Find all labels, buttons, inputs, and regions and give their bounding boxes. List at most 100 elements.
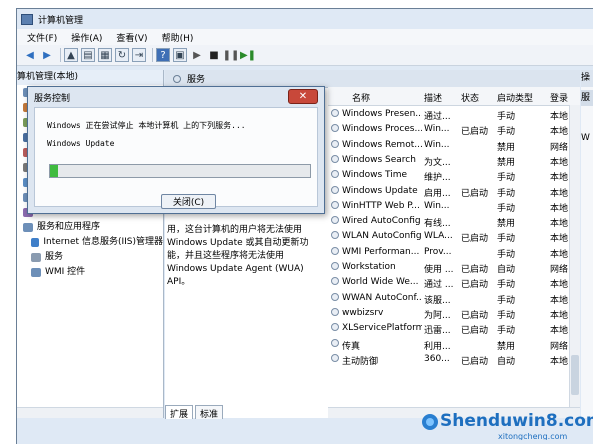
- tree-item[interactable]: 服务: [17, 250, 163, 265]
- forward-arrow-icon[interactable]: ▶: [40, 48, 54, 62]
- service-logon: 本地: [550, 249, 569, 260]
- service-name: Windows Presen...: [342, 109, 422, 119]
- service-start: 手动: [497, 249, 516, 260]
- pause-service-icon[interactable]: ❚❚: [223, 48, 240, 62]
- service-name: Windows Proces...: [342, 124, 422, 135]
- services-list: 名称 描述 状态 启动类型 登录 Windows Presen... 通过... 手…: [328, 70, 580, 418]
- properties-icon[interactable]: ▦: [98, 48, 112, 62]
- service-row[interactable]: Workstation 使用 ... 已启动 自动 网络: [328, 260, 580, 275]
- service-start: 手动: [497, 112, 516, 122]
- up-folder-icon[interactable]: ▲: [64, 48, 78, 62]
- service-name: Windows Remot...: [342, 139, 422, 150]
- service-row[interactable]: 主动防御 360... 已启动 自动 本地: [328, 352, 580, 367]
- service-desc: 使用 ...: [424, 265, 454, 275]
- service-row[interactable]: Windows Remot... Win... 禁用 网络: [328, 138, 580, 153]
- restart-service-icon[interactable]: ▶❚: [240, 48, 256, 62]
- service-logon: 本地: [550, 173, 569, 184]
- services-vertical-scrollbar[interactable]: [569, 105, 580, 418]
- service-logon: 本地: [550, 203, 569, 214]
- service-logon: 本地: [550, 188, 569, 199]
- service-logon: 本地: [550, 295, 569, 306]
- tree-item[interactable]: WMI 控件: [17, 265, 163, 280]
- service-status: 已启动: [461, 127, 489, 138]
- tree-item[interactable]: Internet 信息服务(IIS)管理器: [17, 235, 163, 250]
- tree-item-label: 服务: [45, 252, 64, 262]
- service-row[interactable]: WLAN AutoConfig WLA... 已启动 手动 本地: [328, 229, 580, 244]
- service-row[interactable]: Windows Update 启用... 已启动 手动 本地: [328, 184, 580, 199]
- service-row[interactable]: Windows Search 为文... 禁用 本地: [328, 153, 580, 168]
- service-desc: 360...: [424, 353, 450, 364]
- service-gear-icon: [331, 216, 339, 225]
- service-row[interactable]: Wired AutoConfig 有线... 禁用 本地: [328, 214, 580, 229]
- service-row[interactable]: XLServicePlatform 迅雷... 已启动 手动 本地: [328, 321, 580, 336]
- service-row[interactable]: 传真 利用... 禁用 网络: [328, 337, 580, 352]
- dialog-close-button[interactable]: 关闭(C): [161, 194, 216, 209]
- tab-extended[interactable]: 扩展: [165, 405, 194, 420]
- title-bar: 计算机管理: [17, 9, 593, 29]
- service-row[interactable]: Windows Time 维护... 手动 本地: [328, 168, 580, 183]
- dialog-body: Windows 正在尝试停止 本地计算机 上的下列服务... Windows U…: [34, 107, 318, 209]
- service-start: 自动: [497, 265, 516, 275]
- service-name: XLServicePlatform: [342, 323, 422, 334]
- service-row[interactable]: World Wide We... 通过 ... 已启动 手动 本地: [328, 275, 580, 290]
- show-hide-tree-icon[interactable]: ▤: [81, 48, 95, 62]
- service-gear-icon: [331, 200, 339, 209]
- dialog-service-name: Windows Update: [47, 139, 115, 148]
- service-desc: 为文...: [424, 157, 451, 168]
- service-status: 已启动: [461, 280, 489, 291]
- tree-root[interactable]: 算机管理(本地): [17, 70, 163, 85]
- service-start: 禁用: [497, 157, 516, 168]
- service-desc: Win...: [424, 200, 450, 211]
- service-row[interactable]: Windows Presen... 通过... 手动 本地: [328, 107, 580, 122]
- service-start: 手动: [497, 310, 516, 321]
- service-row[interactable]: Windows Proces... Win... 已启动 手动 本地: [328, 122, 580, 137]
- service-start: 手动: [497, 188, 516, 199]
- dialog-close-icon[interactable]: ✕: [288, 89, 318, 104]
- service-start: 禁用: [497, 219, 516, 230]
- service-name: WinHTTP Web P...: [342, 200, 420, 211]
- column-logon[interactable]: 登录: [550, 91, 568, 104]
- menu-action[interactable]: 操作(A): [71, 31, 102, 44]
- service-gear-icon: [331, 109, 339, 117]
- service-name: Workstation: [342, 262, 396, 272]
- export-icon[interactable]: ⇥: [132, 48, 146, 62]
- service-row[interactable]: wwbizsrv 为阿... 已启动 手动 本地: [328, 306, 580, 321]
- service-desc: 为阿...: [424, 310, 451, 321]
- service-status: 已启动: [461, 188, 489, 199]
- refresh-icon[interactable]: ↻: [115, 48, 129, 62]
- stop-service-icon[interactable]: ■: [207, 48, 221, 62]
- service-row[interactable]: WWAN AutoConf... 该服... 手动 本地: [328, 291, 580, 306]
- service-row[interactable]: WinHTTP Web P... Win... 手动 本地: [328, 199, 580, 214]
- service-desc: WLA...: [424, 231, 453, 242]
- column-description[interactable]: 描述: [424, 91, 442, 104]
- service-logon: 本地: [550, 356, 569, 367]
- column-status[interactable]: 状态: [461, 91, 479, 104]
- service-logon: 本地: [550, 112, 569, 122]
- console-icon[interactable]: ▣: [173, 48, 187, 62]
- service-start: 自动: [497, 356, 516, 367]
- service-row[interactable]: WMI Performan... Prov... 手动 本地: [328, 245, 580, 260]
- menu-help[interactable]: 帮助(H): [162, 31, 194, 44]
- service-desc: 启用...: [424, 188, 451, 199]
- service-logon: 网络: [550, 341, 569, 352]
- menu-file[interactable]: 文件(F): [27, 31, 57, 44]
- tree-node-icon: [31, 268, 41, 277]
- service-status: 已启动: [461, 326, 489, 337]
- tree-horizontal-scrollbar[interactable]: [17, 407, 163, 418]
- service-name: WMI Performan...: [342, 246, 420, 257]
- service-logon: 本地: [550, 326, 569, 337]
- service-name: wwbizsrv: [342, 307, 384, 318]
- service-logon: 本地: [550, 310, 569, 321]
- column-startup-type[interactable]: 启动类型: [497, 91, 533, 104]
- start-service-icon[interactable]: ▶: [190, 48, 204, 62]
- help-icon[interactable]: ?: [156, 48, 170, 62]
- back-arrow-icon[interactable]: ◀: [23, 48, 37, 62]
- tree-item-label: WMI 控件: [45, 267, 86, 277]
- tab-standard[interactable]: 标准: [195, 405, 224, 420]
- column-name[interactable]: 名称: [352, 91, 370, 104]
- menu-view[interactable]: 查看(V): [116, 31, 147, 44]
- service-desc: 有线...: [424, 219, 451, 230]
- tree-item[interactable]: 服务和应用程序: [17, 220, 163, 235]
- service-desc: Win...: [424, 124, 450, 135]
- service-start: 手动: [497, 203, 516, 214]
